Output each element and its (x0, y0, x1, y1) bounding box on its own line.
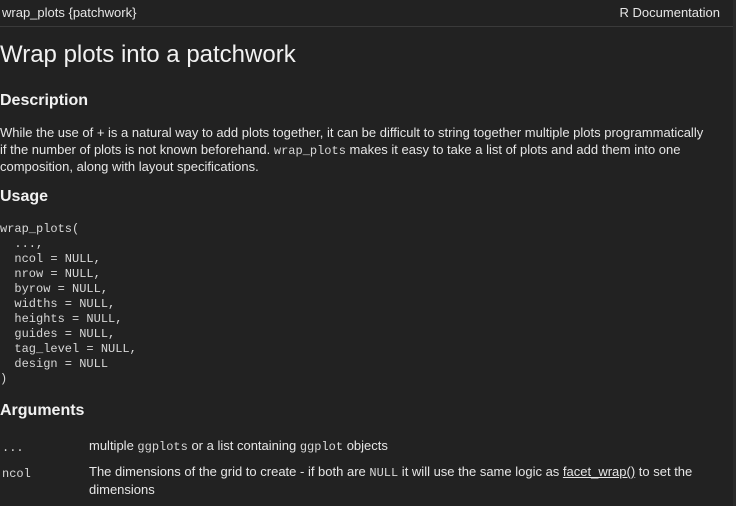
arguments-heading: Arguments (0, 402, 85, 419)
argument-desc-dots: multiple ggplots or a list containing gg… (89, 438, 388, 454)
usage-heading: Usage (0, 188, 49, 205)
doc-header: wrap_plots {patchwork} R Documentation (0, 0, 736, 26)
argument-name-ncol: ncol (2, 467, 31, 481)
r-documentation-label: R Documentation (619, 5, 720, 20)
description-line-2: if the number of plots is not known befo… (0, 141, 681, 158)
usage-code-block: wrap_plots( ..., ncol = NULL, nrow = NUL… (0, 222, 137, 386)
topic-label: wrap_plots {patchwork} (2, 5, 137, 20)
argument-desc-ncol: The dimensions of the grid to create - i… (89, 464, 693, 497)
description-line-3: composition, along with layout specifica… (0, 159, 259, 174)
facet-wrap-link[interactable]: facet_wrap() (563, 464, 635, 479)
description-text: While the use of + is a natural way to a… (0, 125, 730, 176)
page-title: Wrap plots into a patchwork (0, 41, 296, 68)
description-heading: Description (0, 92, 89, 109)
inline-code: wrap_plots (273, 143, 346, 158)
description-line-1: While the use of + is a natural way to a… (0, 125, 704, 140)
header-divider (0, 26, 736, 27)
argument-name-dots: ... (2, 441, 24, 455)
